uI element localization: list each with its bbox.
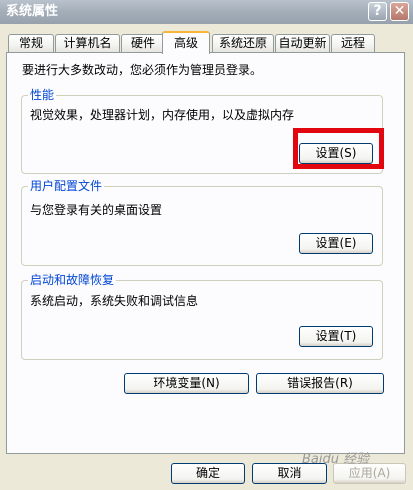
startup-recovery-desc: 系统启动，系统失败和调试信息	[30, 294, 199, 308]
title-bar: 系统属性 ? ✕	[0, 0, 413, 24]
tab-computer-name[interactable]: 计算机名	[55, 34, 120, 53]
user-profile-desc: 与您登录有关的桌面设置	[30, 203, 163, 217]
tab-general[interactable]: 常规	[8, 34, 54, 53]
performance-desc: 视觉效果，处理器计划，内存使用，以及虚拟内存	[30, 108, 295, 122]
ok-button[interactable]: 确定	[171, 463, 245, 484]
window-title: 系统属性	[6, 4, 59, 19]
tab-system-restore[interactable]: 系统还原	[212, 34, 274, 53]
help-button[interactable]: ?	[368, 2, 387, 21]
startup-recovery-title: 启动和故障恢复	[28, 273, 117, 287]
environment-variables-button[interactable]: 环境变量(N)	[124, 373, 249, 394]
error-reporting-button[interactable]: 错误报告(R)	[256, 373, 384, 394]
close-button[interactable]: ✕	[390, 2, 409, 21]
admin-notice: 要进行大多数改动，您必须作为管理员登录。	[22, 63, 263, 77]
user-profile-settings-button[interactable]: 设置(E)	[299, 233, 373, 254]
performance-settings-button[interactable]: 设置(S)	[299, 143, 373, 164]
watermark: Baidu 经验	[302, 452, 370, 467]
tab-hardware[interactable]: 硬件	[121, 34, 165, 53]
user-profile-group: 用户配置文件 与您登录有关的桌面设置	[21, 179, 383, 266]
user-profile-title: 用户配置文件	[28, 179, 105, 193]
tab-auto-update[interactable]: 自动更新	[275, 34, 330, 53]
performance-title: 性能	[28, 88, 57, 102]
startup-recovery-group: 启动和故障恢复 系统启动，系统失败和调试信息	[21, 273, 383, 360]
tab-remote[interactable]: 远程	[331, 34, 375, 53]
tab-advanced[interactable]: 高级	[162, 31, 210, 54]
startup-settings-button[interactable]: 设置(T)	[299, 326, 373, 347]
